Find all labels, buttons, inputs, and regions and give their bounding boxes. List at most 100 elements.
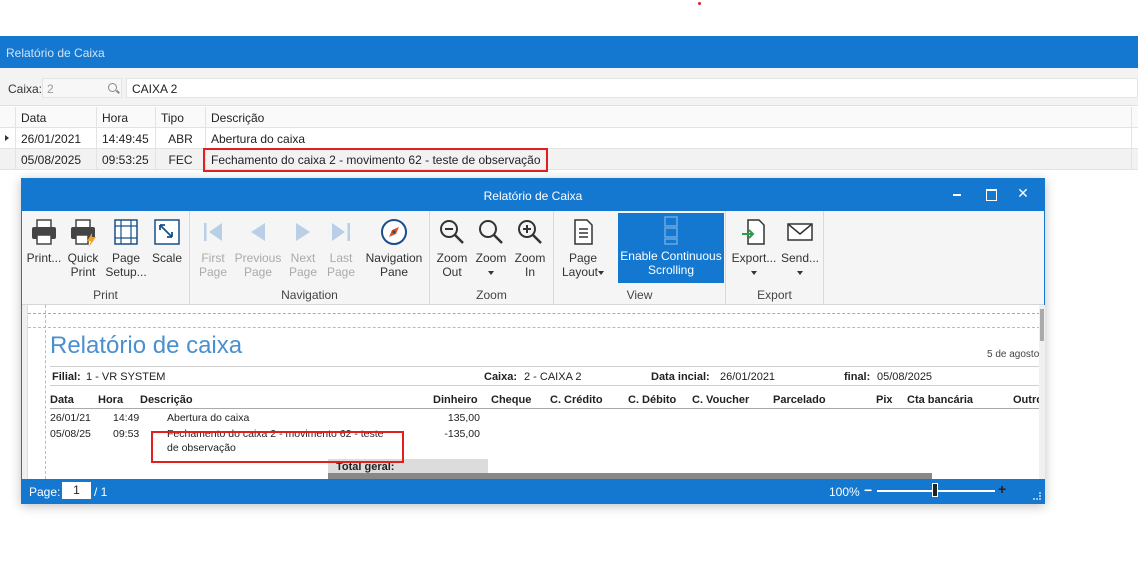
column-header-descricao[interactable]: Descrição	[206, 107, 1132, 128]
dialog-titlebar: Relatório de Caixa ✕	[22, 179, 1044, 211]
previous-page-button[interactable]: Previous Page	[234, 215, 282, 279]
report-cell-data: 26/01/21	[50, 412, 91, 424]
export-button[interactable]: Export...	[730, 215, 778, 279]
ribbon-group-label-zoom: Zoom	[476, 288, 507, 302]
movements-grid: Data Hora Tipo Descrição 26/01/2021 14:4…	[0, 107, 1138, 170]
report-col-pix: Pix	[876, 394, 893, 406]
cell-descricao[interactable]: Abertura do caixa	[206, 128, 1132, 149]
filter-bar: Caixa: 2 CAIXA 2	[0, 68, 1138, 106]
maximize-icon[interactable]	[976, 183, 1006, 205]
zoom-slider-thumb[interactable]	[932, 483, 938, 497]
chevron-down-icon	[751, 270, 757, 275]
page-layout-icon	[574, 219, 593, 245]
caixa-name-value: CAIXA 2	[132, 82, 178, 96]
scale-button[interactable]: Scale	[150, 215, 184, 265]
quick-printer-icon	[71, 219, 96, 247]
page-margin-line	[45, 305, 46, 479]
zoom-in-button[interactable]: Zoom In	[512, 215, 548, 279]
caixa-name-input[interactable]: CAIXA 2	[126, 78, 1138, 98]
report-col-dinheiro: Dinheiro	[433, 394, 478, 406]
cell-hora[interactable]: 14:49:45	[97, 128, 156, 149]
row-indicator	[0, 128, 16, 149]
row-indicator-header	[0, 107, 16, 128]
page-setup-icon	[114, 219, 138, 245]
vertical-scrollbar[interactable]	[1039, 305, 1045, 479]
zoom-minus-button[interactable]: −	[864, 482, 872, 498]
search-icon[interactable]	[108, 83, 117, 92]
table-row[interactable]: 26/01/2021 14:49:45 ABR Abertura do caix…	[0, 128, 1138, 149]
ribbon: Print... Quick Print Page Setup... Scale…	[22, 211, 1044, 305]
ribbon-group-label-navigation: Navigation	[281, 288, 338, 302]
report-cell-hora: 09:53	[113, 428, 140, 440]
main-window-title: Relatório de Caixa	[6, 46, 105, 60]
zoom-button[interactable]: Zoom	[472, 215, 510, 279]
chevron-down-icon	[797, 270, 803, 275]
ribbon-group-label-print: Print	[93, 288, 118, 302]
next-page-button[interactable]: Next Page	[286, 215, 320, 279]
report-date: 5 de agosto de	[987, 349, 1045, 360]
report-cell-data: 05/08/25	[50, 428, 91, 440]
ribbon-group-export: Export... Send... Export	[726, 211, 824, 305]
report-column-headers: Data Hora Descrição Dinheiro Cheque C. C…	[50, 394, 1045, 409]
printer-icon	[32, 219, 56, 245]
cell-tipo[interactable]: FEC	[156, 149, 206, 170]
report-col-cheque: Cheque	[491, 394, 532, 406]
report-col-hora: Hora	[98, 394, 124, 406]
send-button[interactable]: Send...	[780, 215, 820, 279]
caixa-code-input[interactable]: 2	[42, 78, 122, 98]
next-page-icon	[296, 223, 310, 241]
row-pointer-icon	[5, 135, 9, 141]
first-page-button[interactable]: First Page	[196, 215, 230, 279]
report-title: Relatório de caixa	[50, 332, 243, 359]
quick-print-button[interactable]: Quick Print	[64, 215, 102, 279]
row-indicator	[0, 149, 16, 170]
cell-data[interactable]: 26/01/2021	[16, 128, 97, 149]
navigation-pane-button[interactable]: Navigation Pane	[362, 215, 426, 279]
report-cell-hora: 14:49	[113, 412, 140, 424]
dialog-title: Relatório de Caixa	[483, 189, 583, 203]
envelope-icon	[787, 223, 813, 241]
cell-tipo[interactable]: ABR	[156, 128, 206, 149]
page-setup-button[interactable]: Page Setup...	[104, 215, 148, 279]
report-cell-descricao: Abertura do caixa	[167, 412, 250, 424]
red-dot	[698, 2, 701, 5]
final-value: 05/08/2025	[877, 371, 933, 383]
close-icon[interactable]: ✕	[1008, 183, 1038, 205]
column-header-tipo[interactable]: Tipo	[156, 107, 206, 128]
resize-grip-icon[interactable]	[1033, 492, 1041, 500]
cell-hora[interactable]: 09:53:25	[97, 149, 156, 170]
caixa-report-label: Caixa:	[484, 371, 518, 383]
page-number-input[interactable]: 1	[62, 482, 91, 499]
chevron-down-icon	[598, 270, 605, 275]
cell-data[interactable]: 05/08/2025	[16, 149, 97, 170]
last-page-button[interactable]: Last Page	[324, 215, 358, 279]
zoom-icon	[479, 220, 503, 244]
previous-page-icon	[251, 223, 265, 241]
data-inicial-value: 26/01/2021	[720, 371, 776, 383]
minimize-icon[interactable]	[942, 183, 972, 205]
page-total: / 1	[94, 485, 108, 499]
caixa-code-value: 2	[47, 82, 54, 96]
column-header-hora[interactable]: Hora	[97, 107, 156, 128]
page-layout-button[interactable]: Page Layout	[558, 215, 608, 279]
compass-icon	[381, 219, 407, 245]
zoom-out-icon	[440, 220, 464, 244]
ribbon-group-label-export: Export	[757, 288, 792, 302]
final-label: final:	[844, 371, 871, 383]
column-header-data[interactable]: Data	[16, 107, 97, 128]
print-button[interactable]: Print...	[26, 215, 62, 265]
data-inicial-label: Data incial:	[651, 371, 710, 383]
zoom-out-button[interactable]: Zoom Out	[434, 215, 470, 279]
table-row[interactable]: 05/08/2025 09:53:25 FEC Fechamento do ca…	[0, 149, 1138, 170]
grid-scroll-spacer	[1132, 149, 1138, 170]
main-window-titlebar: Relatório de Caixa	[0, 36, 1138, 68]
highlight-box-report	[151, 431, 404, 463]
ribbon-group-zoom: Zoom Out Zoom Zoom In Zoom	[430, 211, 554, 305]
ribbon-group-view: Page Layout Enable Continuous Scrolling …	[554, 211, 726, 305]
page-margin-line	[28, 313, 1040, 314]
report-col-voucher: C. Voucher	[692, 394, 750, 406]
continuous-scrolling-button[interactable]: Enable Continuous Scrolling	[618, 213, 724, 283]
caixa-label: Caixa:	[8, 82, 43, 96]
zoom-level: 100%	[829, 485, 860, 499]
zoom-plus-button[interactable]: +	[998, 481, 1006, 497]
